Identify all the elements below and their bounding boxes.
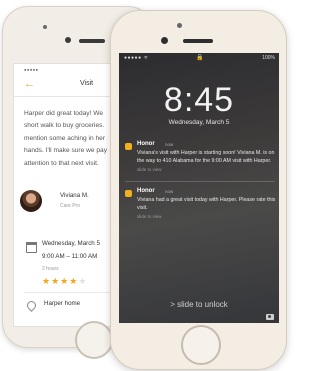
status-bar: ●●●●● ᯤ 🔒 100% — [119, 53, 279, 64]
message-line: short walk to buy groceries. — [24, 122, 105, 130]
notification-time: now — [165, 142, 174, 147]
honor-app-icon — [125, 143, 132, 150]
notification-text: Viviana had a great visit today with Har… — [137, 197, 276, 211]
star-rating[interactable]: ★★★★★ — [42, 276, 87, 287]
message-line: Harper did great today! We — [24, 110, 104, 117]
signal-icon: ●●●●● — [24, 67, 39, 72]
back-arrow-icon[interactable]: ← — [24, 78, 35, 90]
signal-icon: ●●●●● ᯤ — [124, 55, 149, 61]
star-icon[interactable]: ★ — [51, 276, 60, 286]
page-title: Visit — [80, 80, 94, 87]
notification-app: Honor — [137, 141, 155, 147]
sensor-dot — [43, 25, 47, 29]
lock-screen: ●●●●● ᯤ 🔒 100% 8:45 Wednesday, March 5 H… — [119, 53, 279, 323]
star-icon[interactable]: ★ — [42, 276, 51, 286]
visit-date: Wednesday, March 5 — [42, 240, 100, 247]
lock-icon: 🔒 — [196, 55, 204, 61]
calendar-icon — [26, 242, 37, 253]
honor-app-icon — [125, 190, 132, 197]
notification-hint: slide to view — [137, 166, 162, 172]
visit-time: 9:00 AM – 11:00 AM — [42, 253, 98, 260]
notification-text: Viviana's visit with Harper is starting … — [137, 150, 275, 164]
camera-icon[interactable] — [266, 314, 274, 320]
star-icon[interactable]: ★ — [78, 276, 87, 286]
location-pin-icon — [25, 299, 38, 312]
front-phone: ●●●●● ᯤ 🔒 100% 8:45 Wednesday, March 5 H… — [110, 10, 287, 370]
star-icon[interactable]: ★ — [69, 276, 78, 286]
caregiver-role: Care Pro — [60, 203, 81, 209]
home-button[interactable] — [181, 325, 221, 365]
message-line: hands. I'll make sure we pay — [24, 147, 107, 155]
front-camera — [161, 37, 168, 44]
home-button[interactable] — [75, 321, 113, 359]
caregiver-name: Viviana M. — [60, 192, 89, 199]
lock-date: Wednesday, March 5 — [168, 119, 230, 126]
earpiece-speaker — [183, 39, 213, 43]
notification-time: now — [165, 189, 174, 194]
visit-location: Harper home — [44, 300, 81, 307]
earpiece-speaker — [79, 39, 105, 43]
front-camera — [65, 37, 71, 43]
star-icon[interactable]: ★ — [60, 276, 69, 286]
notification-divider — [125, 181, 275, 182]
notification-body: Viviana had a great visit today with Har… — [137, 197, 277, 221]
sensor-dot — [177, 23, 182, 28]
notification-hint: slide to view — [137, 213, 162, 219]
caregiver-avatar[interactable] — [20, 190, 42, 212]
message-line: attention to that next visit. — [24, 159, 99, 167]
visit-duration: 2 hours — [42, 266, 59, 272]
notification-body: Viviana's visit with Harper is starting … — [137, 150, 277, 174]
slide-to-unlock[interactable]: > slide to unlock — [119, 300, 279, 309]
lock-clock: 8:45 — [163, 81, 235, 119]
notification-app: Honor — [137, 188, 155, 194]
message-line: mention some aching in her — [24, 134, 106, 142]
battery-indicator: 100% — [262, 55, 275, 61]
